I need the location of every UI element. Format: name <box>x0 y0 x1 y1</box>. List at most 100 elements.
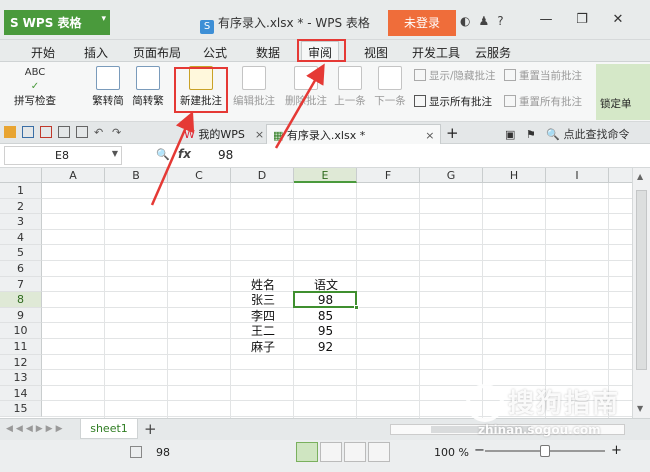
row-header-12[interactable]: 12 <box>0 354 42 371</box>
row-header-4[interactable]: 4 <box>0 229 42 246</box>
row-header-9[interactable]: 9 <box>0 307 42 324</box>
zoom-slider[interactable] <box>485 445 605 457</box>
tab-formulas[interactable]: 公式 <box>203 44 227 61</box>
row-header-2[interactable]: 2 <box>0 198 42 215</box>
cell-d11[interactable]: 麻子 <box>251 340 294 355</box>
skin-icon[interactable]: ♟ <box>478 14 489 28</box>
cell-e10[interactable]: 95 <box>294 324 357 339</box>
show-hide-comment-button[interactable]: 显示/隐藏批注 <box>414 68 496 83</box>
trad-to-simplified-button[interactable]: 繁转简 <box>88 66 128 108</box>
scroll-up-icon[interactable]: ▲ <box>637 172 643 181</box>
row-header-11[interactable]: 11 <box>0 339 42 355</box>
close-tab-icon[interactable]: × <box>255 128 264 141</box>
cell-e11[interactable]: 92 <box>294 340 357 355</box>
column-header-d[interactable]: D <box>231 168 294 183</box>
zoom-in-button[interactable]: + <box>611 443 622 458</box>
page-layout-view-button[interactable] <box>344 442 366 462</box>
page-break-view-button[interactable] <box>320 442 342 462</box>
sheet-tab-sheet1[interactable]: sheet1 <box>80 419 138 439</box>
row-header-14[interactable]: 14 <box>0 385 42 402</box>
simplified-to-trad-button[interactable]: 简转繁 <box>128 66 168 108</box>
undo-icon[interactable]: ↶ <box>94 126 106 139</box>
spreadsheet-grid[interactable]: ABCDEFGHI 1 2 3 4 5 6 7 8 9 10 11 12 13 14 15 姓名 语文 张三 98 李… <box>0 168 632 418</box>
row-header-6[interactable]: 6 <box>0 261 42 277</box>
column-header-a[interactable]: A <box>42 168 105 183</box>
column-header-b[interactable]: B <box>105 168 168 183</box>
cell-d9[interactable]: 李四 <box>251 309 294 324</box>
delete-comment-button[interactable]: 删除批注 <box>282 66 330 108</box>
vertical-scrollbar[interactable]: ▲ ▼ <box>632 168 650 418</box>
cell-d8[interactable]: 张三 <box>251 293 294 308</box>
tab-page-layout[interactable]: 页面布局 <box>133 44 181 61</box>
scrollbar-thumb[interactable] <box>636 190 647 370</box>
edit-comment-button[interactable]: 编辑批注 <box>230 66 278 108</box>
row-header-7[interactable]: 7 <box>0 276 42 293</box>
fill-handle[interactable] <box>354 304 359 310</box>
row-header-15[interactable]: 15 <box>0 401 42 417</box>
pdf-icon[interactable] <box>40 126 52 138</box>
command-search[interactable]: ▣ ⚑ 🔍 点此查找命令 <box>505 126 629 142</box>
help-icon[interactable]: ? <box>497 14 503 28</box>
zoom-level[interactable]: 100 % <box>434 446 469 459</box>
row-header-3[interactable]: 3 <box>0 214 42 230</box>
add-sheet-button[interactable]: + <box>144 420 157 438</box>
close-tab-icon[interactable]: × <box>425 129 434 142</box>
prev-comment-button[interactable]: 上一条 <box>332 66 368 108</box>
column-header-f[interactable]: F <box>357 168 420 183</box>
row-header-8[interactable]: 8 <box>0 292 42 308</box>
select-all-corner[interactable] <box>0 168 42 183</box>
zoom-out-button[interactable]: − <box>474 443 485 458</box>
tab-view[interactable]: 视图 <box>364 44 388 61</box>
formula-input[interactable]: 98 <box>218 148 233 162</box>
cell-e9[interactable]: 85 <box>294 309 357 324</box>
zoom-slider-knob[interactable] <box>540 445 550 457</box>
zoom-cell-icon[interactable]: 🔍 <box>156 148 170 161</box>
spell-check-button[interactable]: ABC ✓ 拼写检查 <box>10 66 60 108</box>
row-header-1[interactable]: 1 <box>0 183 42 199</box>
column-header-e[interactable]: E <box>294 168 357 183</box>
save-icon[interactable] <box>22 126 34 138</box>
minimize-icon[interactable]: — <box>528 8 564 32</box>
reset-current-comment-button[interactable]: 重置当前批注 <box>504 68 582 83</box>
fx-icon[interactable]: fx <box>178 147 191 161</box>
next-comment-button[interactable]: 下一条 <box>372 66 408 108</box>
normal-view-button[interactable] <box>296 442 318 462</box>
column-header-c[interactable]: C <box>168 168 231 183</box>
restore-icon[interactable]: ❐ <box>564 8 600 32</box>
tab-start[interactable]: 开始 <box>31 44 55 61</box>
redo-icon[interactable]: ↷ <box>112 126 124 139</box>
column-header-i[interactable]: I <box>546 168 609 183</box>
toolbar-icon[interactable]: ▣ <box>505 128 515 141</box>
read-mode-button[interactable] <box>368 442 390 462</box>
row-header-13[interactable]: 13 <box>0 370 42 386</box>
tab-developer[interactable]: 开发工具 <box>412 44 460 61</box>
tab-insert[interactable]: 插入 <box>84 44 108 61</box>
toolbar-icon[interactable]: ⚑ <box>526 128 536 141</box>
row-header-10[interactable]: 10 <box>0 323 42 339</box>
open-folder-icon[interactable] <box>4 126 16 138</box>
cell-d7[interactable]: 姓名 <box>251 278 294 293</box>
cell-d10[interactable]: 王二 <box>251 324 294 339</box>
new-tab-button[interactable]: + <box>446 124 459 142</box>
chevron-down-icon: ▼ <box>111 149 118 158</box>
row-header-5[interactable]: 5 <box>0 245 42 261</box>
tab-workbook[interactable]: ▦ 有序录入.xlsx * × <box>266 124 442 144</box>
theme-icon[interactable]: ◐ <box>460 14 470 28</box>
login-button[interactable]: 未登录 <box>388 10 456 36</box>
tab-cloud[interactable]: 云服务 <box>475 44 511 61</box>
tab-my-wps[interactable]: W 我的WPS × <box>178 124 270 144</box>
column-header-h[interactable]: H <box>483 168 546 183</box>
sheet-nav-arrows[interactable]: ◀◀◀▶▶▶ <box>6 424 66 434</box>
close-icon[interactable]: ✕ <box>600 8 636 32</box>
print-icon[interactable] <box>58 126 70 138</box>
reset-all-comments-button[interactable]: 重置所有批注 <box>504 94 582 109</box>
show-all-comments-button[interactable]: 显示所有批注 <box>414 94 492 109</box>
app-menu-button[interactable]: S WPS 表格 ▾ <box>4 10 110 35</box>
scroll-down-icon[interactable]: ▼ <box>637 404 643 413</box>
active-cell-selection[interactable] <box>293 291 359 310</box>
preview-icon[interactable] <box>76 126 88 138</box>
name-box[interactable]: E8 ▼ <box>4 146 122 165</box>
tab-data[interactable]: 数据 <box>256 44 280 61</box>
column-header-g[interactable]: G <box>420 168 483 183</box>
lock-cell-button[interactable]: 锁定单 <box>596 64 650 120</box>
